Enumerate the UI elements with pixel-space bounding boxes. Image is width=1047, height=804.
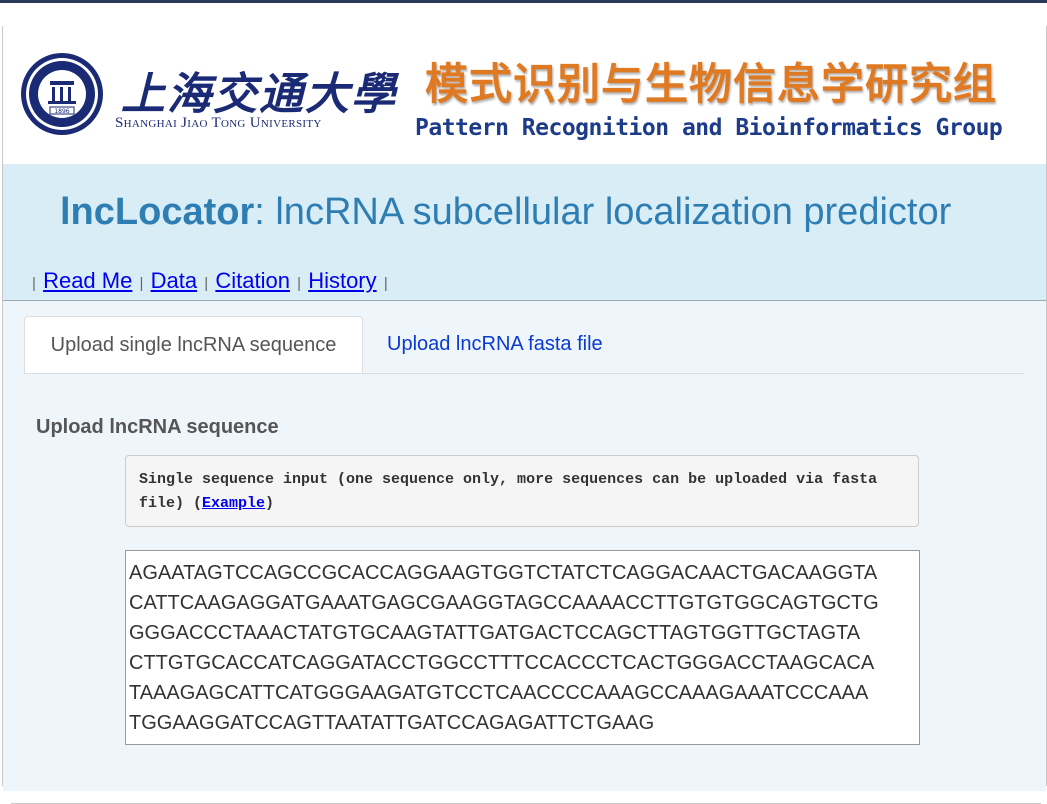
nav-link-history[interactable]: History bbox=[308, 268, 376, 293]
group-name-chinese: 模式识别与生物信息学研究组 bbox=[425, 60, 997, 110]
nav-separator: | bbox=[139, 275, 144, 292]
page-title: lncLocator: lncRNA subcellular localizat… bbox=[60, 191, 951, 234]
nav-separator: | bbox=[297, 275, 302, 292]
sjtu-emblem-icon: 1896 bbox=[21, 53, 103, 135]
main-content: Upload single lncRNA sequence Upload lnc… bbox=[3, 301, 1046, 804]
page-frame: 1896 上海交通大學 Shanghai Jiao Tong Universit… bbox=[2, 26, 1047, 804]
group-name-english: Pattern Recognition and Bioinformatics G… bbox=[415, 115, 1003, 141]
tab-bar: Upload single lncRNA sequence Upload lnc… bbox=[24, 316, 1024, 374]
section-title: Upload lncRNA sequence bbox=[36, 416, 279, 438]
nav-separator: | bbox=[204, 275, 209, 292]
nav-separator: | bbox=[32, 275, 36, 292]
svg-text:1896: 1896 bbox=[54, 108, 69, 115]
university-name-chinese: 上海交通大學 bbox=[121, 69, 397, 120]
page-title-rest: : lncRNA subcellular localization predic… bbox=[254, 191, 952, 233]
nav-link-read-me[interactable]: Read Me bbox=[43, 268, 132, 293]
site-header: 1896 上海交通大學 Shanghai Jiao Tong Universit… bbox=[3, 26, 1046, 164]
university-name-english: Shanghai Jiao Tong University bbox=[115, 115, 322, 131]
page-title-name: lncLocator bbox=[60, 191, 255, 233]
title-band: lncLocator: lncRNA subcellular localizat… bbox=[3, 164, 1046, 301]
sequence-input[interactable]: AGAATAGTCCAGCCGCACCAGGAAGTGGTCTATCTCAGGA… bbox=[125, 550, 920, 745]
nav-link-data[interactable]: Data bbox=[151, 268, 197, 293]
example-link[interactable]: Example bbox=[202, 495, 265, 512]
input-hint-box: Single sequence input (one sequence only… bbox=[125, 455, 919, 527]
nav-separator: | bbox=[383, 275, 388, 292]
tab-upload-fasta-file[interactable]: Upload lncRNA fasta file bbox=[387, 316, 603, 372]
tab-upload-single-sequence[interactable]: Upload single lncRNA sequence bbox=[24, 316, 363, 373]
nav-links: | Read Me | Data | Citation | History | bbox=[29, 268, 391, 294]
hint-close-paren: ) bbox=[265, 495, 275, 512]
browser-top-bar bbox=[0, 0, 1047, 3]
nav-link-citation[interactable]: Citation bbox=[215, 268, 290, 293]
